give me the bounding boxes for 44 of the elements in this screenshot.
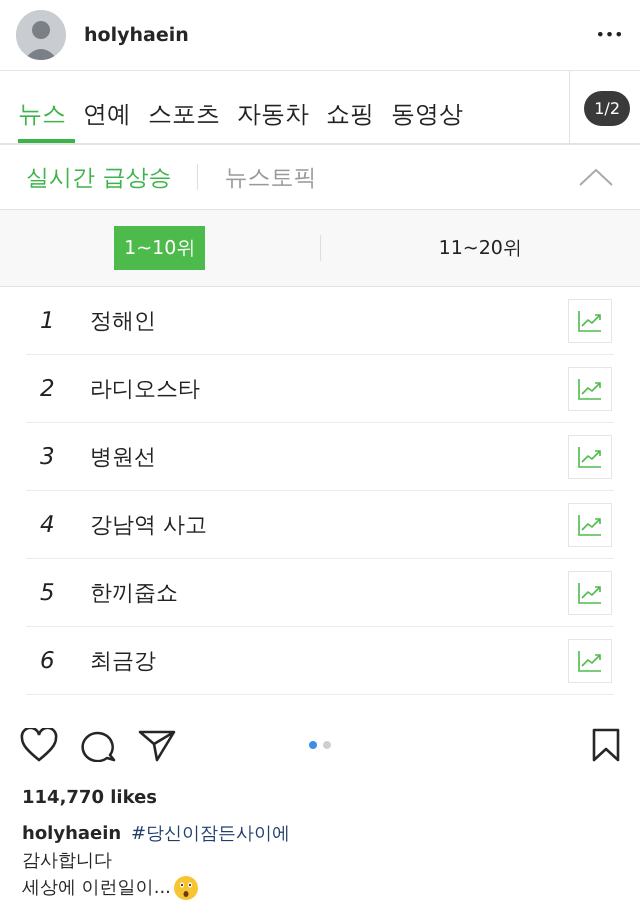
caption-username[interactable]: holyhaein <box>22 820 122 847</box>
avatar[interactable] <box>16 10 66 60</box>
trend-chart-icon <box>577 580 603 604</box>
trend-chart-button[interactable] <box>568 434 612 478</box>
rank-number: 4 <box>39 512 56 538</box>
trend-chart-icon <box>577 376 603 400</box>
astonished-emoji-icon <box>172 874 199 900</box>
trend-chart-icon <box>577 648 603 672</box>
page-counter-badge: 1/2 <box>584 91 630 126</box>
likes-count[interactable]: 114,770 likes <box>0 781 640 808</box>
caption-text: 세상에 이런일이... <box>22 876 171 900</box>
keyword-link[interactable]: 라디오스타 <box>90 374 568 404</box>
trend-chart-button[interactable] <box>568 638 612 682</box>
category-tab[interactable]: 쇼핑 <box>326 71 383 143</box>
collapse-icon[interactable] <box>578 167 614 187</box>
caption-text: 감사합니다 <box>22 849 112 873</box>
category-tab[interactable]: 자동차 <box>237 71 318 143</box>
category-tab[interactable]: 스포츠 <box>148 71 229 143</box>
keyword-link[interactable]: 정해인 <box>90 306 568 336</box>
rank-number: 5 <box>39 580 56 606</box>
category-tab[interactable]: 연예 <box>83 71 140 143</box>
trend-chart-button[interactable] <box>568 298 612 342</box>
keyword-link[interactable]: 최금강 <box>90 646 568 676</box>
bookmark-icon[interactable] <box>592 728 620 762</box>
trend-chart-icon <box>577 308 603 332</box>
heart-icon[interactable] <box>20 728 58 762</box>
keyword-link[interactable]: 한끼줍쇼 <box>90 578 568 608</box>
share-icon[interactable] <box>138 728 176 762</box>
trend-chart-button[interactable] <box>568 570 612 614</box>
trend-chart-button[interactable] <box>568 366 612 410</box>
trend-chart-button[interactable] <box>568 502 612 546</box>
keyword-link[interactable]: 병원선 <box>90 442 568 472</box>
rank-number: 3 <box>39 444 56 470</box>
username[interactable]: holyhaein <box>84 24 578 46</box>
trend-chart-icon <box>577 444 603 468</box>
keyword-link[interactable]: 강남역 사고 <box>90 510 568 540</box>
rank-number: 2 <box>39 376 56 402</box>
rank-number: 1 <box>39 308 56 334</box>
hashtag-link[interactable]: #당신이잠든사이에 <box>130 820 290 847</box>
more-button[interactable]: ••• <box>596 28 624 42</box>
trend-chart-icon <box>577 512 603 536</box>
category-tab[interactable]: 동영상 <box>391 71 472 143</box>
rank-number: 6 <box>39 648 56 674</box>
range-tab[interactable]: 11~20위 <box>428 226 532 270</box>
